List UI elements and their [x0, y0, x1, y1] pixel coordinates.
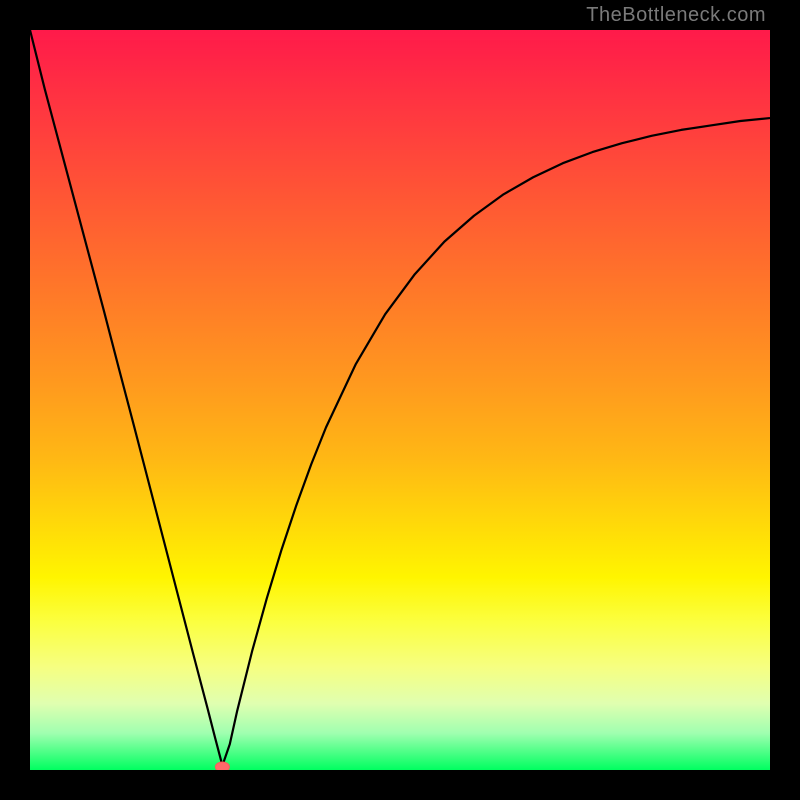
watermark-text: TheBottleneck.com — [586, 4, 766, 27]
bottleneck-curve — [30, 30, 770, 766]
chart-frame: TheBottleneck.com — [0, 0, 800, 800]
chart-svg — [30, 30, 770, 770]
min-marker — [215, 762, 229, 770]
plot-area — [30, 30, 770, 770]
